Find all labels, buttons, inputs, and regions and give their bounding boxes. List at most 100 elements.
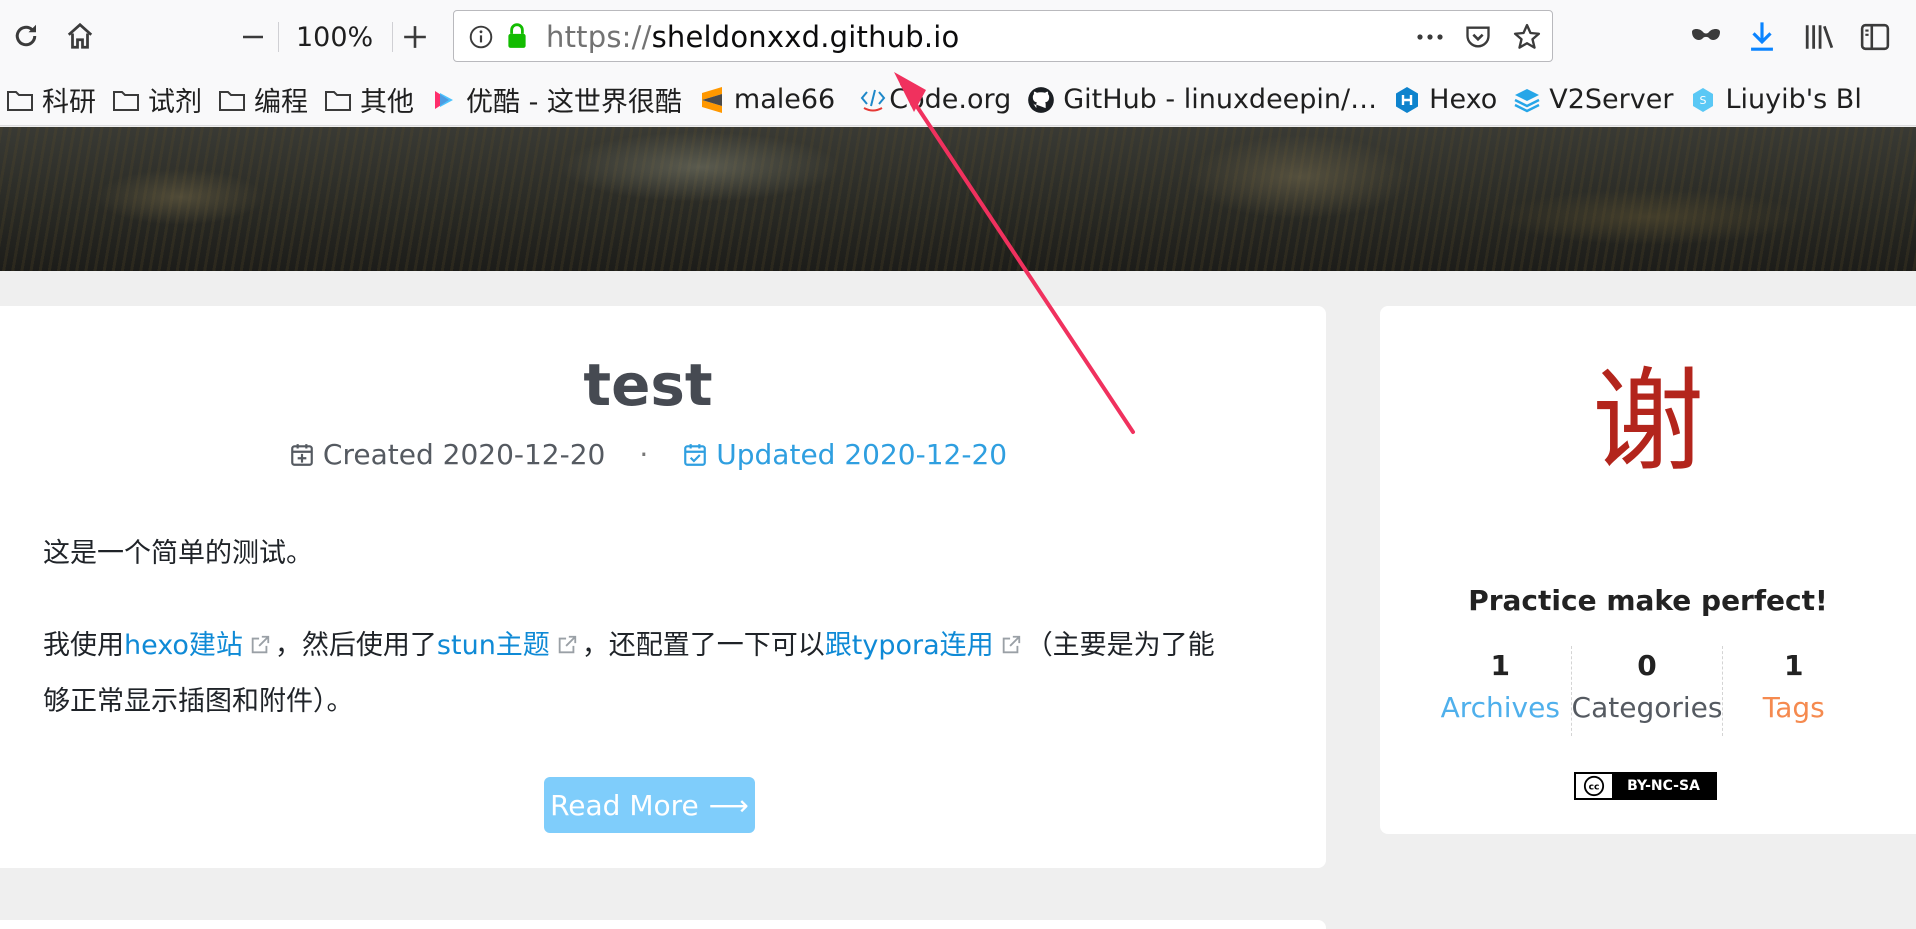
external-link-icon: [249, 620, 271, 654]
para2-mid2: ，还配置了一下可以: [581, 630, 825, 661]
post-card: test Created 2020-12-20 · Updated 2020-1…: [0, 306, 1326, 868]
sidebar-icon: [1860, 23, 1890, 51]
bookmark-youku[interactable]: 优酷 - 这世界很酷: [424, 80, 692, 120]
bookmark-hexo[interactable]: Hexo: [1387, 80, 1507, 120]
header-banner-image: [0, 127, 1916, 271]
post-paragraph-1: 这是一个简单的测试。: [43, 526, 1263, 582]
folder-icon: [112, 86, 140, 114]
folder-icon: [218, 86, 246, 114]
read-more-button[interactable]: Read More ⟶: [544, 777, 755, 833]
library-icon: [1805, 25, 1834, 49]
lock-icon[interactable]: [504, 22, 530, 50]
bookmark-liuyib[interactable]: S Liuyib's Bl: [1683, 80, 1871, 120]
reload-icon: [15, 24, 37, 47]
zoom-in-button[interactable]: [398, 20, 432, 54]
stat-label: Archives: [1440, 691, 1560, 724]
bookmark-label: Code.org: [889, 84, 1012, 115]
bookmark-folder-biancheng[interactable]: 编程: [212, 80, 318, 120]
para2-suffix: （主要是为了能: [1025, 630, 1215, 661]
private-mask-button[interactable]: [1688, 20, 1724, 54]
zoom-separator: [392, 22, 393, 52]
link-typora[interactable]: 跟typora连用: [825, 630, 994, 661]
library-button[interactable]: [1802, 20, 1836, 54]
para2-mid1: ，然后使用了: [274, 630, 437, 661]
bookmark-code-org[interactable]: Code.org: [845, 80, 1021, 120]
external-link-icon: [556, 620, 578, 654]
url-bar[interactable]: https://sheldonxxd.github.io: [453, 10, 1553, 62]
layers-icon: [1513, 86, 1541, 114]
bookmark-label: 试剂: [148, 87, 202, 118]
bookmark-label: Liuyib's Bl: [1725, 84, 1862, 115]
bookmark-github[interactable]: GitHub - linuxdeepin/…: [1021, 80, 1387, 120]
post-paragraph-2: 我使用hexo建站 ，然后使用了stun主题 ，还配置了一下可以跟typora连用 （…: [43, 618, 1263, 730]
sidebar-toggle-button[interactable]: [1858, 20, 1892, 54]
stat-number: 1: [1783, 649, 1804, 682]
folder-icon: [324, 86, 352, 114]
stat-tags[interactable]: 1 Tags: [1723, 646, 1864, 736]
home-icon: [67, 22, 93, 49]
link-stun[interactable]: stun主题: [437, 630, 550, 661]
zoom-level[interactable]: 100%: [296, 22, 373, 53]
bookmark-label: 优酷 - 这世界很酷: [466, 87, 682, 118]
bookmark-star-icon[interactable]: [1512, 22, 1542, 52]
url-host: sheldonxxd.github.io: [651, 20, 960, 54]
post-updated: Updated 2020-12-20: [682, 438, 1007, 471]
creative-commons-icon: cc: [1576, 774, 1612, 798]
author-sidebar-card: 谢 Practice make perfect! 1 Archives 0 Ca…: [1380, 306, 1916, 834]
bookmark-folder-shiji[interactable]: 试剂: [106, 80, 212, 120]
url-text[interactable]: https://sheldonxxd.github.io: [546, 20, 959, 54]
reload-button[interactable]: [8, 18, 44, 54]
info-icon[interactable]: [468, 24, 494, 50]
bookmark-v2server[interactable]: V2Server: [1507, 80, 1683, 120]
pocket-icon[interactable]: [1464, 23, 1492, 51]
author-motto: Practice make perfect!: [1468, 584, 1828, 617]
stat-label: Tags: [1762, 691, 1825, 724]
svg-text:cc: cc: [1589, 782, 1600, 793]
cc-license-badge[interactable]: cc BY-NC-SA: [1574, 772, 1717, 800]
bookmark-male66[interactable]: male66: [692, 80, 845, 120]
zoom-separator: [278, 22, 279, 52]
browser-toolbar: 100% https://sheldonxxd.github.io: [0, 0, 1916, 74]
bookmarks-toolbar: 科研 试剂 编程 其他 优酷 - 这世界很酷 male66 Code.org G…: [0, 74, 1916, 126]
next-post-card: [0, 920, 1326, 929]
post-created-text: Created 2020-12-20: [322, 438, 606, 471]
bookmark-label: Hexo: [1429, 84, 1498, 115]
post-title[interactable]: test: [0, 351, 1296, 419]
folder-icon: [6, 86, 34, 114]
svg-text:S: S: [1700, 94, 1707, 107]
stat-archives[interactable]: 1 Archives: [1430, 646, 1572, 736]
post-updated-text: Updated 2020-12-20: [716, 438, 1008, 471]
para2-line2: 够正常显示插图和附件）。: [43, 686, 354, 717]
bookmark-label: 其他: [360, 87, 414, 118]
page-actions-icon[interactable]: [1414, 24, 1446, 50]
code-icon: [859, 86, 887, 114]
link-hexo[interactable]: hexo建站: [124, 630, 243, 661]
bookmark-label: male66: [733, 84, 836, 115]
mask-icon: [1692, 29, 1720, 40]
url-scheme: https://: [546, 20, 652, 54]
bookmark-label: 科研: [42, 87, 96, 118]
hex-icon: S: [1689, 86, 1717, 114]
downloads-button[interactable]: [1745, 18, 1779, 56]
stat-categories[interactable]: 0 Categories: [1572, 646, 1724, 736]
para1-text: 这是一个简单的测试。: [43, 538, 313, 569]
avatar[interactable]: 谢: [1380, 366, 1916, 478]
bookmark-folder-qita[interactable]: 其他: [318, 80, 424, 120]
para2-prefix: 我使用: [43, 630, 124, 661]
sublime-icon: [698, 86, 726, 114]
screen: { "toolbar": { "zoom_level": "100%", "ur…: [0, 0, 1916, 929]
bookmark-folder-keyan[interactable]: 科研: [0, 80, 106, 120]
stat-label: Categories: [1571, 691, 1723, 724]
calendar-check-icon: [682, 442, 708, 468]
home-button[interactable]: [62, 18, 98, 54]
hexo-icon: [1393, 86, 1421, 114]
arrow-right-icon: ⟶: [708, 788, 749, 822]
post-created: Created 2020-12-20: [289, 438, 605, 471]
stat-number: 0: [1637, 649, 1657, 682]
read-more-label: Read More: [550, 788, 699, 822]
site-stats: 1 Archives 0 Categories 1 Tags: [1430, 646, 1864, 736]
external-link-icon: [1000, 620, 1022, 654]
calendar-plus-icon: [289, 442, 315, 468]
meta-separator: ·: [639, 438, 649, 471]
zoom-out-button[interactable]: [238, 20, 268, 54]
